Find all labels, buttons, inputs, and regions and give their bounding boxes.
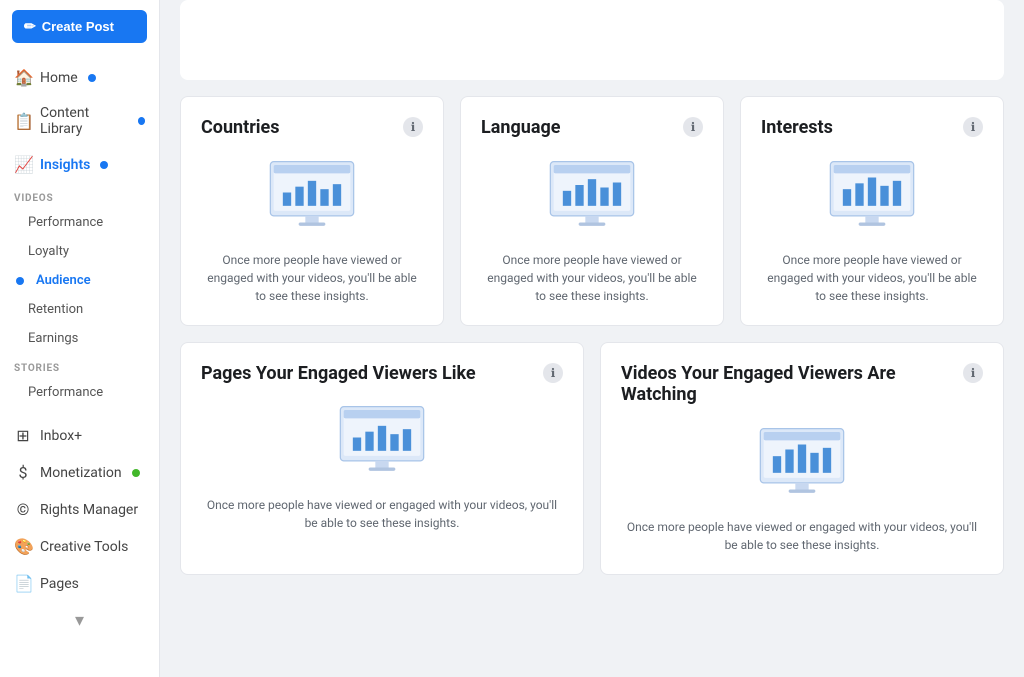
audience-cards-row2: Pages Your Engaged Viewers Like ℹ Onc bbox=[180, 342, 1004, 575]
videos-section-label: VIDEOS bbox=[0, 183, 159, 208]
sidebar-item-creative-tools[interactable]: 🎨 Creative Tools bbox=[0, 528, 159, 565]
sidebar-item-content-library-label: Content Library bbox=[40, 105, 128, 137]
sidebar-item-insights[interactable]: 📈 Insights bbox=[0, 146, 159, 183]
sidebar-item-pages-label: Pages bbox=[40, 576, 79, 592]
sidebar-sub-item-earnings-label: Earnings bbox=[28, 331, 78, 346]
sidebar-item-rights-manager-label: Rights Manager bbox=[40, 502, 138, 518]
home-dot bbox=[88, 74, 96, 82]
monetization-dot bbox=[132, 469, 140, 477]
sidebar-sub-item-retention[interactable]: Retention bbox=[0, 295, 159, 324]
sidebar-sub-item-performance-label: Performance bbox=[28, 215, 103, 230]
insights-dot bbox=[100, 161, 108, 169]
interests-card-title: Interests bbox=[761, 117, 833, 139]
countries-card-title: Countries bbox=[201, 117, 280, 139]
sidebar-sub-item-stories-performance-label: Performance bbox=[28, 385, 103, 400]
home-icon: 🏠 bbox=[14, 68, 32, 87]
rights-manager-icon: © bbox=[14, 500, 32, 519]
sidebar-sub-item-retention-label: Retention bbox=[28, 302, 83, 317]
sidebar-sub-item-loyalty[interactable]: Loyalty bbox=[0, 237, 159, 266]
create-post-icon: ✏ bbox=[24, 18, 36, 35]
sidebar-sub-item-audience[interactable]: Audience bbox=[0, 266, 159, 295]
sidebar-item-insights-label: Insights bbox=[40, 157, 90, 173]
sidebar-sub-item-earnings[interactable]: Earnings bbox=[0, 324, 159, 353]
audience-cards-row1: Countries ℹ Onc bbox=[180, 96, 1004, 326]
creative-tools-icon: 🎨 bbox=[14, 537, 32, 556]
videos-watching-card: Videos Your Engaged Viewers Are Watching… bbox=[600, 342, 1004, 575]
countries-card-message: Once more people have viewed or engaged … bbox=[201, 251, 423, 305]
interests-info-icon[interactable]: ℹ bbox=[963, 117, 983, 137]
pages-icon: 📄 bbox=[14, 574, 32, 593]
sidebar-item-monetization-label: Monetization bbox=[40, 465, 122, 481]
sidebar-item-inbox[interactable]: ⊞ Inbox+ bbox=[0, 417, 159, 454]
interests-card-message: Once more people have viewed or engaged … bbox=[761, 251, 983, 305]
sidebar-sub-item-stories-performance[interactable]: Performance bbox=[0, 378, 159, 407]
create-post-button[interactable]: ✏ Create Post bbox=[12, 10, 147, 43]
pages-viewers-info-icon[interactable]: ℹ bbox=[543, 363, 563, 383]
inbox-icon: ⊞ bbox=[14, 426, 32, 445]
scroll-indicator: ▾ bbox=[0, 602, 159, 639]
sidebar-item-monetization[interactable]: $ Monetization bbox=[0, 454, 159, 491]
sidebar-item-home[interactable]: 🏠 Home bbox=[0, 59, 159, 96]
videos-watching-illustration bbox=[621, 422, 983, 502]
sidebar-item-rights-manager[interactable]: © Rights Manager bbox=[0, 491, 159, 528]
language-card-header: Language ℹ bbox=[481, 117, 703, 139]
sidebar-sub-item-loyalty-label: Loyalty bbox=[28, 244, 69, 259]
countries-info-icon[interactable]: ℹ bbox=[403, 117, 423, 137]
sidebar-item-content-library[interactable]: 📋 Content Library bbox=[0, 96, 159, 146]
main-content: Countries ℹ Onc bbox=[160, 0, 1024, 677]
language-card: Language ℹ Once more people have view bbox=[460, 96, 724, 326]
content-library-icon: 📋 bbox=[14, 112, 32, 131]
videos-watching-info-icon[interactable]: ℹ bbox=[963, 363, 983, 383]
monetization-icon: $ bbox=[14, 463, 32, 482]
interests-illustration bbox=[761, 155, 983, 235]
sidebar-item-home-label: Home bbox=[40, 70, 78, 86]
pages-viewers-card-title: Pages Your Engaged Viewers Like bbox=[201, 363, 476, 385]
videos-watching-card-header: Videos Your Engaged Viewers Are Watching… bbox=[621, 363, 983, 406]
sidebar-sub-item-performance[interactable]: Performance bbox=[0, 208, 159, 237]
pages-viewers-card: Pages Your Engaged Viewers Like ℹ Onc bbox=[180, 342, 584, 575]
content-library-dot bbox=[138, 117, 145, 125]
pages-viewers-card-header: Pages Your Engaged Viewers Like ℹ bbox=[201, 363, 563, 385]
countries-card-header: Countries ℹ bbox=[201, 117, 423, 139]
sidebar-item-inbox-label: Inbox+ bbox=[40, 428, 82, 444]
sidebar-item-pages[interactable]: 📄 Pages bbox=[0, 565, 159, 602]
top-partial-card bbox=[180, 0, 1004, 80]
insights-icon: 📈 bbox=[14, 155, 32, 174]
countries-illustration bbox=[201, 155, 423, 235]
sidebar-item-creative-tools-label: Creative Tools bbox=[40, 539, 128, 555]
videos-watching-card-message: Once more people have viewed or engaged … bbox=[621, 518, 983, 554]
sidebar-sub-item-audience-label: Audience bbox=[36, 273, 91, 288]
language-illustration bbox=[481, 155, 703, 235]
language-info-icon[interactable]: ℹ bbox=[683, 117, 703, 137]
interests-card: Interests ℹ Once more people have vie bbox=[740, 96, 1004, 326]
language-card-message: Once more people have viewed or engaged … bbox=[481, 251, 703, 305]
stories-section-label: STORIES bbox=[0, 353, 159, 378]
pages-viewers-illustration bbox=[201, 400, 563, 480]
interests-card-header: Interests ℹ bbox=[761, 117, 983, 139]
videos-watching-card-title: Videos Your Engaged Viewers Are Watching bbox=[621, 363, 963, 406]
pages-viewers-card-message: Once more people have viewed or engaged … bbox=[201, 496, 563, 532]
countries-card: Countries ℹ Onc bbox=[180, 96, 444, 326]
sidebar: ✏ Create Post 🏠 Home 📋 Content Library 📈… bbox=[0, 0, 160, 677]
language-card-title: Language bbox=[481, 117, 560, 139]
